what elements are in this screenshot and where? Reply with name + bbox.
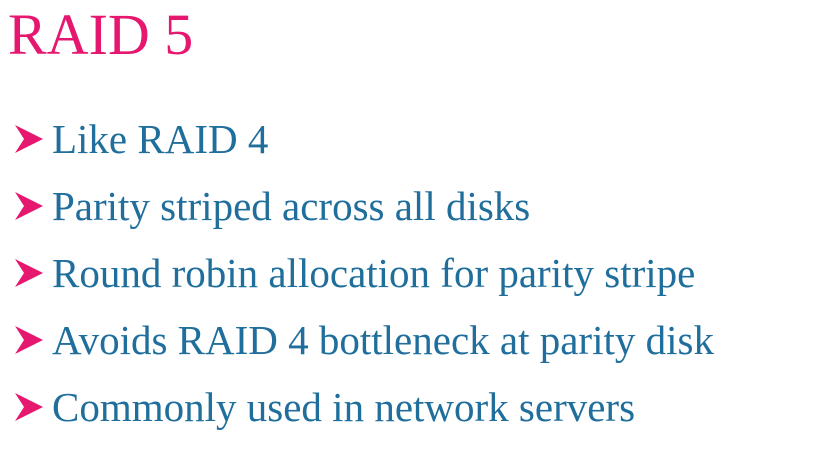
list-item: Avoids RAID 4 bottleneck at parity disk <box>12 306 714 373</box>
arrowhead-bullet-icon <box>12 387 52 427</box>
slide: RAID 5 Like RAID 4 Parity striped across… <box>0 0 833 450</box>
arrowhead-bullet-icon <box>12 119 52 159</box>
list-item: Parity striped across all disks <box>12 172 714 239</box>
bullet-text: Avoids RAID 4 bottleneck at parity disk <box>52 316 714 363</box>
list-item: Like RAID 4 <box>12 105 714 172</box>
bullet-text: Parity striped across all disks <box>52 182 531 229</box>
list-item: Round robin allocation for parity stripe <box>12 239 714 306</box>
arrowhead-bullet-icon <box>12 320 52 360</box>
list-item: Commonly used in network servers <box>12 373 714 440</box>
slide-title: RAID 5 <box>8 2 194 67</box>
arrowhead-bullet-icon <box>12 253 52 293</box>
bullet-text: Round robin allocation for parity stripe <box>52 249 696 296</box>
bullet-text: Like RAID 4 <box>52 115 269 162</box>
bullet-text: Commonly used in network servers <box>52 383 636 430</box>
bullet-list: Like RAID 4 Parity striped across all di… <box>12 105 714 440</box>
arrowhead-bullet-icon <box>12 186 52 226</box>
